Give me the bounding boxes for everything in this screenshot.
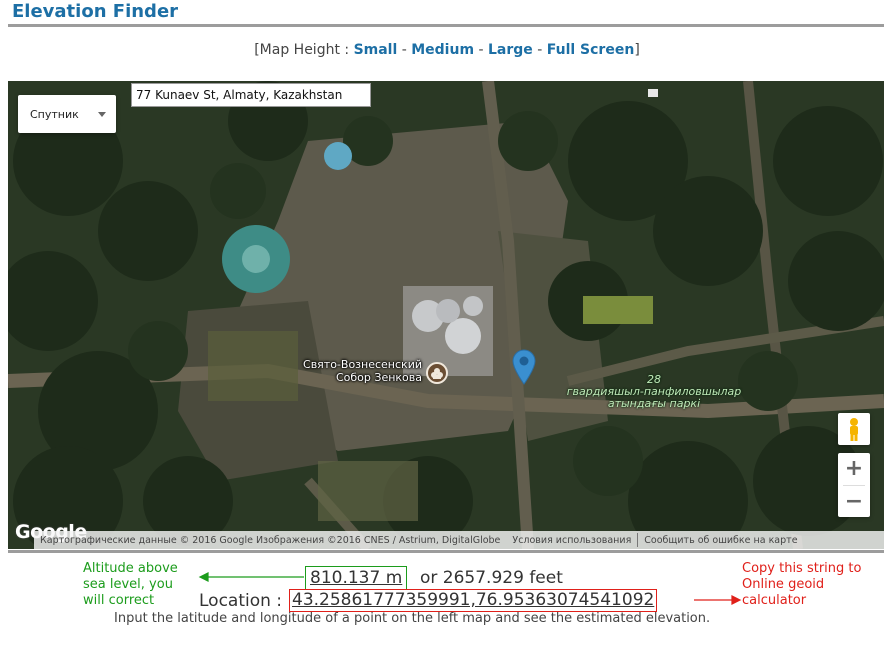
- attribution-text: Картографические данные © 2016 Google Из…: [40, 534, 501, 546]
- park-label[interactable]: 28 гвардияшыл-панфиловшылар атындағы пар…: [554, 374, 754, 410]
- annotation-line: Online geoid: [742, 577, 825, 592]
- altitude-feet: or 2657.929 feet: [420, 568, 563, 588]
- annotation-line: Altitude above: [83, 561, 178, 576]
- poi-label[interactable]: Свято-Вознесенский Собор Зенкова: [278, 358, 422, 384]
- location-label: Location :: [199, 591, 283, 611]
- pegman-icon[interactable]: [838, 413, 870, 445]
- location-pin-icon[interactable]: [512, 349, 536, 385]
- church-icon[interactable]: [426, 362, 448, 384]
- map-height-medium-link[interactable]: Medium: [411, 42, 474, 58]
- poi-label-line: Свято-Вознесенский: [303, 358, 422, 371]
- map-height-large-link[interactable]: Large: [488, 42, 533, 58]
- annotation-line: sea level, you: [83, 577, 173, 592]
- map-height-separator: -: [397, 42, 412, 58]
- map-type-label: Спутник: [30, 107, 79, 121]
- zoom-in-button[interactable]: +: [838, 453, 870, 485]
- map-height-prefix: [Map Height :: [254, 42, 354, 58]
- satellite-map[interactable]: Спутник Свято-Вознесенский Собор Зенкова…: [8, 81, 884, 549]
- satellite-imagery: [8, 81, 884, 549]
- altitude-meters: 810.137 m: [305, 566, 408, 590]
- page-title: Elevation Finder: [12, 1, 179, 22]
- help-text: Input the latitude and longitude of a po…: [114, 611, 711, 626]
- map-height-small-link[interactable]: Small: [354, 42, 398, 58]
- map-height-suffix: ]: [634, 42, 640, 58]
- map-height-separator: -: [532, 42, 547, 58]
- zoom-out-button[interactable]: −: [838, 486, 870, 518]
- annotation-line: will correct: [83, 593, 155, 608]
- address-search-input[interactable]: [131, 83, 371, 107]
- geoid-annotation: Copy this string to Online geoid calcula…: [742, 561, 861, 609]
- poi-label-line: Собор Зенкова: [335, 371, 422, 384]
- map-height-fullscreen-link[interactable]: Full Screen: [547, 42, 635, 58]
- terms-of-use-link[interactable]: Условия использования: [506, 535, 637, 546]
- map-bottom-divider: [8, 550, 884, 553]
- altitude-annotation: Altitude above sea level, you will corre…: [83, 561, 178, 609]
- zoom-control: + −: [838, 453, 870, 517]
- annotation-line: calculator: [742, 593, 807, 608]
- title-divider: [8, 24, 884, 27]
- red-arrow: [694, 595, 742, 605]
- location-coordinates: 43.25861777359991,76.95363074541092: [289, 589, 658, 612]
- map-type-selector[interactable]: Спутник: [18, 95, 116, 133]
- park-label-line: атындағы паркі: [607, 397, 701, 410]
- chevron-down-icon: [98, 112, 106, 117]
- green-arrow: [198, 572, 304, 582]
- map-height-separator: -: [474, 42, 488, 58]
- annotation-line: Copy this string to: [742, 561, 862, 576]
- report-error-link[interactable]: Сообщить об ошибке на карте: [638, 535, 803, 546]
- map-attribution-bar: Картографические данные © 2016 Google Из…: [34, 531, 884, 549]
- map-height-selector: [Map Height : Small - Medium - Large - F…: [0, 42, 894, 58]
